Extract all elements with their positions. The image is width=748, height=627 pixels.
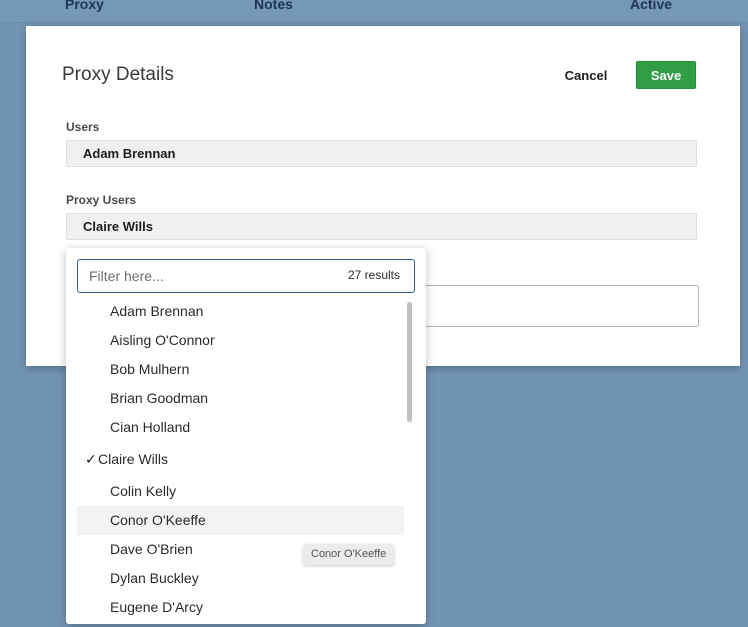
option-conor-okeeffe[interactable]: Conor O'Keeffe bbox=[77, 506, 404, 535]
column-header-notes[interactable]: Notes bbox=[254, 0, 293, 12]
option-adam-brennan[interactable]: Adam Brennan bbox=[77, 297, 404, 326]
result-count: 27 results bbox=[347, 268, 400, 282]
option-bob-mulhern[interactable]: Bob Mulhern bbox=[77, 355, 404, 384]
option-colin-kelly[interactable]: Colin Kelly bbox=[77, 477, 404, 506]
option-aisling-oconnor[interactable]: Aisling O'Connor bbox=[77, 326, 404, 355]
save-button[interactable]: Save bbox=[636, 61, 696, 89]
proxy-users-dropdown: 27 results Adam Brennan Aisling O'Connor… bbox=[66, 248, 426, 624]
check-icon: ✓ bbox=[85, 451, 97, 467]
proxy-users-label: Proxy Users bbox=[66, 193, 137, 207]
option-label: Brian Goodman bbox=[110, 390, 209, 406]
proxy-users-field[interactable]: Claire Wills bbox=[66, 213, 697, 240]
option-label: Dave O'Brien bbox=[110, 541, 193, 557]
column-header-active[interactable]: Active bbox=[630, 0, 672, 12]
option-eugene-darcy[interactable]: Eugene D'Arcy bbox=[77, 593, 404, 622]
option-label: Cian Holland bbox=[110, 419, 191, 435]
option-list: Adam Brennan Aisling O'Connor Bob Mulher… bbox=[66, 297, 416, 622]
users-field[interactable]: Adam Brennan bbox=[66, 140, 697, 167]
column-header-proxy[interactable]: Proxy bbox=[65, 0, 104, 12]
users-label: Users bbox=[66, 120, 100, 134]
table-header: Proxy Notes Active bbox=[0, 0, 748, 23]
option-label: Adam Brennan bbox=[110, 303, 204, 319]
option-dylan-buckley[interactable]: Dylan Buckley bbox=[77, 564, 404, 593]
cancel-button[interactable]: Cancel bbox=[556, 62, 616, 88]
option-tooltip: Conor O'Keeffe bbox=[303, 544, 395, 565]
option-cian-holland[interactable]: Cian Holland bbox=[77, 413, 404, 442]
option-claire-wills[interactable]: ✓ Claire Wills bbox=[77, 442, 404, 477]
scrollbar-thumb[interactable] bbox=[407, 302, 412, 422]
filter-field[interactable]: 27 results bbox=[77, 259, 415, 293]
option-label: Bob Mulhern bbox=[110, 361, 190, 377]
filter-input[interactable] bbox=[78, 260, 340, 292]
option-label: Colin Kelly bbox=[110, 483, 177, 499]
option-label: Conor O'Keeffe bbox=[110, 512, 206, 528]
option-label: Eugene D'Arcy bbox=[110, 599, 203, 615]
modal-title: Proxy Details bbox=[62, 64, 174, 85]
option-label: Dylan Buckley bbox=[110, 570, 199, 586]
option-label: Claire Wills bbox=[98, 451, 168, 467]
option-brian-goodman[interactable]: Brian Goodman bbox=[77, 384, 404, 413]
option-label: Aisling O'Connor bbox=[110, 332, 215, 348]
